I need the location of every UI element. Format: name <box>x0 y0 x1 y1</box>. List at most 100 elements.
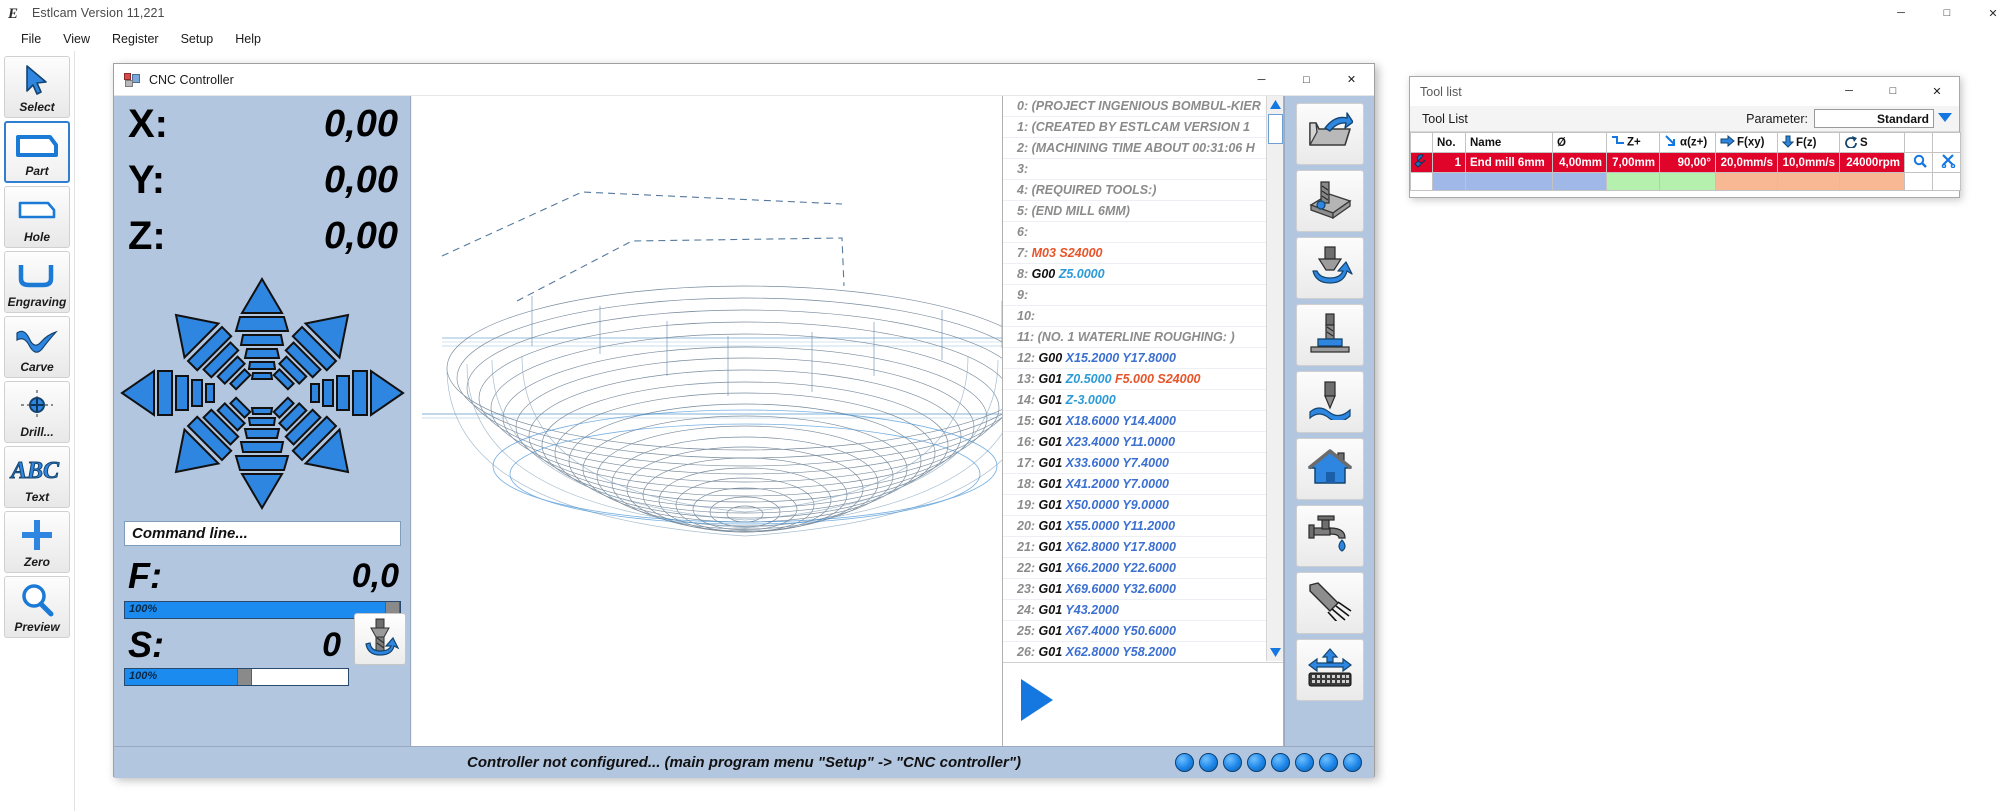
menu-item-file[interactable]: File <box>10 29 52 49</box>
col-header-s[interactable]: S <box>1839 132 1905 153</box>
menu-item-register[interactable]: Register <box>101 29 170 49</box>
gcode-line[interactable]: 14: G01 Z-3.0000 <box>1003 390 1266 411</box>
command-line-input[interactable]: Command line... <box>124 521 401 546</box>
gcode-line[interactable]: 4: (REQUIRED TOOLS:) <box>1003 180 1266 201</box>
gcode-scrollbar[interactable] <box>1266 96 1283 661</box>
scroll-up-arrow-icon[interactable] <box>1267 96 1284 113</box>
gcode-line[interactable]: 15: G01 X18.6000 Y14.4000 <box>1003 411 1266 432</box>
gcode-xy-arg: Y43.2000 <box>1065 603 1119 617</box>
gcode-line[interactable]: 22: G01 X66.2000 Y22.6000 <box>1003 558 1266 579</box>
gcode-line[interactable]: 18: G01 X41.2000 Y7.0000 <box>1003 474 1266 495</box>
gcode-line[interactable]: 12: G00 X15.2000 Y17.8000 <box>1003 348 1266 369</box>
tool-button-text[interactable]: ABC Text <box>4 446 70 508</box>
keyboard-jog-button[interactable] <box>1295 639 1364 701</box>
gcode-line[interactable]: 5: (END MILL 6MM) <box>1003 201 1266 222</box>
scissors-icon[interactable] <box>1941 154 1956 171</box>
wrench-icon[interactable] <box>1413 154 1428 171</box>
gcode-line[interactable]: 26: G01 X62.8000 Y58.2000 <box>1003 642 1266 661</box>
gcode-line[interactable]: 23: G01 X69.6000 Y32.6000 <box>1003 579 1266 600</box>
gcode-line[interactable]: 16: G01 X23.4000 Y11.0000 <box>1003 432 1266 453</box>
col-header-name[interactable]: Name <box>1465 132 1553 153</box>
gcode-line[interactable]: 17: G01 X33.6000 Y7.4000 <box>1003 453 1266 474</box>
col-header-alpha[interactable]: α(z+) <box>1659 132 1716 153</box>
cnc-close-button[interactable]: ✕ <box>1329 64 1374 95</box>
col-header-fxy[interactable]: F(xy) <box>1715 132 1778 153</box>
row-s[interactable]: 24000rpm <box>1839 152 1905 173</box>
gcode-list[interactable]: 0: (PROJECT INGENIOUS BOMBUL-KIER 1: (CRE… <box>1003 96 1266 661</box>
gcode-line[interactable]: 13: G01 Z0.5000 F5.000 S24000 <box>1003 369 1266 390</box>
spindle-override-slider[interactable]: 100% <box>124 668 349 686</box>
row-delete-cell[interactable] <box>1932 152 1961 173</box>
open-file-button[interactable] <box>1295 103 1364 165</box>
row-name[interactable]: End mill 6mm <box>1465 152 1553 173</box>
svg-text:ABC: ABC <box>9 458 60 484</box>
scrollbar-thumb[interactable] <box>1268 114 1283 144</box>
gcode-line[interactable]: 3: <box>1003 159 1266 180</box>
play-triangle-icon[interactable] <box>1021 679 1053 721</box>
row-fz[interactable]: 10,0mm/s <box>1777 152 1840 173</box>
air-blast-button[interactable] <box>1295 572 1364 634</box>
gcode-line[interactable]: 1: (CREATED BY ESTLCAM VERSION 1 <box>1003 117 1266 138</box>
engrave-tip-button[interactable] <box>1295 371 1364 433</box>
gcode-line[interactable]: 7: M03 S24000 <box>1003 243 1266 264</box>
surface-probe-button[interactable] <box>1295 170 1364 232</box>
dro-row-x[interactable]: X: 0,00 <box>114 96 410 152</box>
row-diameter[interactable]: 4,00mm <box>1552 152 1607 173</box>
gcode-line[interactable]: 6: <box>1003 222 1266 243</box>
row-zplus[interactable]: 7,00mm <box>1606 152 1660 173</box>
tool-button-select[interactable]: Select <box>4 56 70 118</box>
tool-button-drill[interactable]: Drill... <box>4 381 70 443</box>
cnc-minimize-button[interactable]: ─ <box>1239 64 1284 95</box>
col-header-zplus[interactable]: Z+ <box>1606 132 1660 153</box>
gcode-line[interactable]: 9: <box>1003 285 1266 306</box>
row-wrench-cell[interactable] <box>1410 152 1433 173</box>
tool-button-preview[interactable]: Preview <box>4 576 70 638</box>
app-maximize-button[interactable]: □ <box>1924 0 1970 26</box>
row-search-cell[interactable] <box>1904 152 1933 173</box>
gcode-line[interactable]: 10: <box>1003 306 1266 327</box>
gcode-line[interactable]: 24: G01 Y43.2000 <box>1003 600 1266 621</box>
col-header-fz[interactable]: F(z) <box>1777 132 1840 153</box>
jog-arrow-pad-icon[interactable] <box>114 271 411 516</box>
cnc-maximize-button[interactable]: □ <box>1284 64 1329 95</box>
spindle-toggle-button[interactable] <box>354 613 406 665</box>
row-fxy[interactable]: 20,0mm/s <box>1715 152 1778 173</box>
dro-row-y[interactable]: Y: 0,00 <box>114 152 410 208</box>
chevron-down-icon[interactable] <box>1937 110 1953 128</box>
gcode-line[interactable]: 20: G01 X55.0000 Y11.2000 <box>1003 516 1266 537</box>
gcode-line[interactable]: 19: G01 X50.0000 Y9.0000 <box>1003 495 1266 516</box>
coolant-button[interactable] <box>1295 505 1364 567</box>
tool-button-carve[interactable]: Carve <box>4 316 70 378</box>
gcode-line[interactable]: 25: G01 X67.4000 Y50.6000 <box>1003 621 1266 642</box>
tool-list-maximize-button[interactable]: □ <box>1871 77 1915 105</box>
gcode-line[interactable]: 0: (PROJECT INGENIOUS BOMBUL-KIER <box>1003 96 1266 117</box>
row-alpha[interactable]: 90,00° <box>1659 152 1716 173</box>
tool-change-button[interactable] <box>1295 304 1364 366</box>
gcode-line[interactable]: 21: G01 X62.8000 Y17.8000 <box>1003 537 1266 558</box>
gcode-line-number: 18: <box>1017 477 1039 491</box>
menu-item-view[interactable]: View <box>52 29 101 49</box>
tool-button-part[interactable]: Part <box>4 121 70 183</box>
home-button[interactable] <box>1295 438 1364 500</box>
gcode-line[interactable]: 2: (MACHINING TIME ABOUT 00:31:06 H <box>1003 138 1266 159</box>
parameter-select[interactable]: Standard <box>1814 109 1934 128</box>
scroll-down-arrow-icon[interactable] <box>1267 644 1284 661</box>
tool-button-zero[interactable]: Zero <box>4 511 70 573</box>
tool-list-close-button[interactable]: ✕ <box>1915 77 1959 105</box>
app-minimize-button[interactable]: ─ <box>1878 0 1924 26</box>
tool-list-minimize-button[interactable]: ─ <box>1827 77 1871 105</box>
magnifier-icon[interactable] <box>1913 154 1928 171</box>
table-row[interactable]: 1 End mill 6mm 4,00mm 7,00mm 90,00° 20,0… <box>1410 152 1961 173</box>
app-close-button[interactable]: ✕ <box>1970 0 2016 26</box>
tool-button-hole[interactable]: Hole <box>4 186 70 248</box>
toolpath-3d-preview[interactable] <box>412 96 1076 746</box>
tool-button-engraving[interactable]: Engraving <box>4 251 70 313</box>
tool-length-probe-button[interactable] <box>1295 237 1364 299</box>
gcode-line[interactable]: 8: G00 Z5.0000 <box>1003 264 1266 285</box>
menu-item-setup[interactable]: Setup <box>170 29 225 49</box>
col-header-no[interactable]: No. <box>1432 132 1466 153</box>
col-header-diameter[interactable]: Ø <box>1552 132 1607 153</box>
menu-item-help[interactable]: Help <box>224 29 272 49</box>
dro-row-z[interactable]: Z: 0,00 <box>114 208 410 264</box>
gcode-line[interactable]: 11: (NO. 1 WATERLINE ROUGHING: ) <box>1003 327 1266 348</box>
